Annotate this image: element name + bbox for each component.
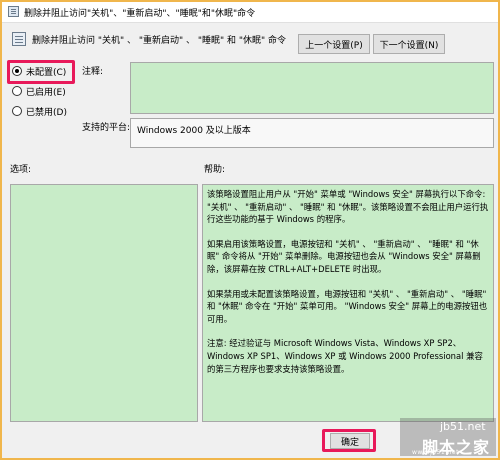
radio-enabled[interactable]: 已启用(E) (12, 84, 66, 98)
help-label: 帮助: (204, 165, 226, 175)
options-panel (10, 184, 198, 422)
help-paragraph: 该策略设置阻止用户从 "开始" 菜单或 "Windows 安全" 屏幕执行以下命… (207, 189, 489, 225)
policy-dialog-window: 删除并阻止访问"关机"、"重新启动"、"睡眠"和"休眠"命令 删除并阻止访问 "… (2, 2, 498, 458)
radio-disabled[interactable]: 已禁用(D) (12, 104, 67, 118)
site-watermark: jb51.net 脚本之家 www.jb51.net (400, 418, 496, 457)
policy-header-icon (12, 32, 26, 46)
radio-enabled-label: 已启用(E) (26, 87, 66, 98)
policy-setting-icon (8, 6, 19, 17)
help-paragraph: 如果禁用或未配置该策略设置，电源按钮和 "关机" 、 "重新启动" 、 "睡眠"… (207, 288, 488, 324)
policy-title: 删除并阻止访问 "关机" 、 "重新启动" 、 "睡眠" 和 "休眠" 命令 (32, 36, 287, 46)
window-title: 删除并阻止访问"关机"、"重新启动"、"睡眠"和"休眠"命令 (24, 9, 256, 19)
radio-enabled-circle[interactable] (12, 86, 22, 96)
radio-disabled-circle[interactable] (12, 106, 22, 116)
next-setting-button[interactable]: 下一个设置(N) (373, 34, 445, 54)
highlight-not-configured (7, 60, 75, 84)
comment-label: 注释: (82, 67, 104, 77)
radio-disabled-label: 已禁用(D) (26, 107, 67, 118)
watermark-url: www.jb51.net (412, 449, 459, 456)
supported-platform-label: 支持的平台: (82, 123, 131, 133)
watermark-site: jb51.net (440, 420, 486, 433)
options-label: 选项: (10, 165, 32, 175)
supported-platform-value: Windows 2000 及以上版本 (130, 118, 494, 148)
comment-textarea[interactable] (130, 62, 494, 114)
help-panel[interactable]: 该策略设置阻止用户从 "开始" 菜单或 "Windows 安全" 屏幕执行以下命… (202, 184, 494, 422)
help-paragraph: 如果启用该策略设置，电源按钮和 "关机" 、 "重新启动" 、 "睡眠" 和 "… (207, 238, 481, 274)
highlight-ok-button (322, 429, 376, 452)
title-bar[interactable]: 删除并阻止访问"关机"、"重新启动"、"睡眠"和"休眠"命令 (2, 2, 498, 23)
previous-setting-button[interactable]: 上一个设置(P) (298, 34, 370, 54)
help-paragraph: 注意: 经过验证与 Microsoft Windows Vista、Window… (207, 338, 483, 374)
